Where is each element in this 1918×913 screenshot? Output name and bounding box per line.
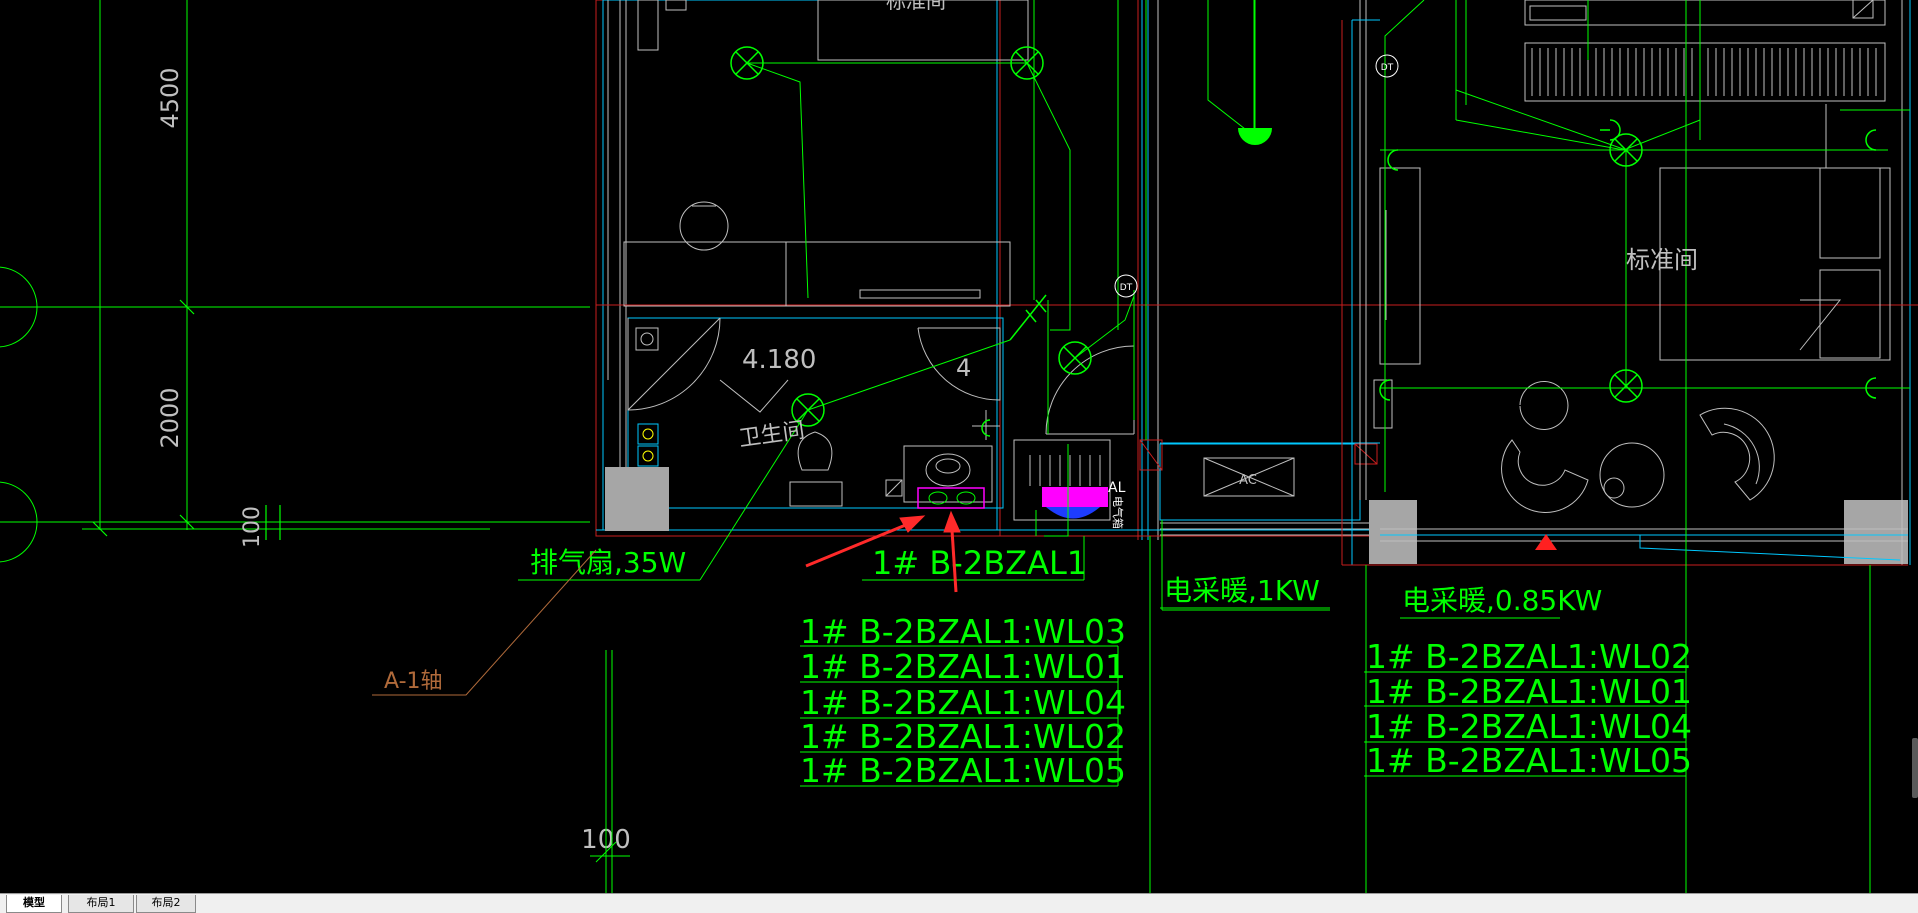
pendant-light-icon [1238, 128, 1272, 145]
layout-tab-bar: 模型 布局1 布局2 [0, 893, 1918, 913]
ac-label: AC [1239, 473, 1257, 488]
circuit-label: 1# B-2BZAL1:WL05 [800, 751, 1126, 790]
circuit-table-left: 1# B-2BZAL1:WL03 1# B-2BZAL1:WL01 1# B-2… [800, 612, 1126, 790]
panel-callout: 1# B-2BZAL1 [862, 536, 1087, 582]
svg-text:DT: DT [1120, 283, 1133, 293]
circuit-label: 1# B-2BZAL1:WL01 [1366, 672, 1692, 711]
exhaust-fan-label: 排气扇,35W [530, 546, 686, 579]
room-label-top: 标准间 [886, 0, 946, 13]
circuit-label: 1# B-2BZAL1:WL01 [800, 647, 1126, 686]
circuit-label: 1# B-2BZAL1:WL03 [800, 612, 1126, 651]
wall-lines-main [595, 0, 1380, 540]
svg-text:1# B-2BZAL1: 1# B-2BZAL1 [872, 544, 1087, 582]
panel-al-label: AL [1108, 480, 1126, 496]
door-number-label: 4 [956, 354, 971, 382]
socket-icon [1387, 149, 1399, 171]
wall-lines-right-room [1341, 0, 1918, 566]
dim-4500: 4500 [156, 67, 184, 128]
heater-callout-2: 电采暖,0.85KW [1400, 584, 1602, 619]
axis-grid-lines [0, 0, 590, 563]
svg-text:A-1轴: A-1轴 [384, 669, 443, 694]
svg-text:电采暖,0.85KW: 电采暖,0.85KW [1402, 584, 1602, 617]
svg-text:DT: DT [1381, 63, 1394, 73]
cad-drawing-canvas[interactable]: 4500 2000 100 100 DT DT 4.180 4 卫生间 标准间 … [0, 0, 1918, 893]
sink-highlight [917, 487, 985, 509]
socket-icon [1865, 129, 1877, 151]
tab-model[interactable]: 模型 [6, 895, 62, 913]
main-room-furniture [623, 0, 1029, 509]
warning-triangle-icon [1535, 534, 1557, 550]
circuit-label: 1# B-2BZAL1:WL05 [1366, 741, 1692, 780]
dt-symbol-2: DT [1375, 54, 1399, 78]
room-label-right: 标准间 [1626, 246, 1698, 274]
panel-vertical-label: 电气箱 [1111, 496, 1125, 529]
elevation-label: 4.180 [742, 345, 816, 375]
socket-icon [1600, 119, 1621, 141]
switch-icon [1009, 294, 1047, 341]
svg-text:电采暖,1KW: 电采暖,1KW [1164, 574, 1320, 607]
circuit-table-right: 1# B-2BZAL1:WL02 1# B-2BZAL1:WL01 1# B-2… [1364, 637, 1692, 780]
scrollbar-handle[interactable] [1912, 738, 1918, 798]
heater-callout-1: 电采暖,1KW [1160, 574, 1330, 609]
bathroom-label: 卫生间 [737, 418, 806, 452]
wiring-lines [518, 0, 1910, 893]
electric-panel-blue [1046, 507, 1100, 519]
tab-layout-2[interactable]: 布局2 [136, 895, 196, 913]
circuit-label: 1# B-2BZAL1:WL02 [1366, 637, 1692, 676]
electric-panel-magenta [1042, 487, 1108, 507]
dim-100-vertical: 100 [240, 506, 265, 548]
dim-2000: 2000 [156, 387, 184, 448]
tab-layout-1[interactable]: 布局1 [68, 895, 134, 913]
